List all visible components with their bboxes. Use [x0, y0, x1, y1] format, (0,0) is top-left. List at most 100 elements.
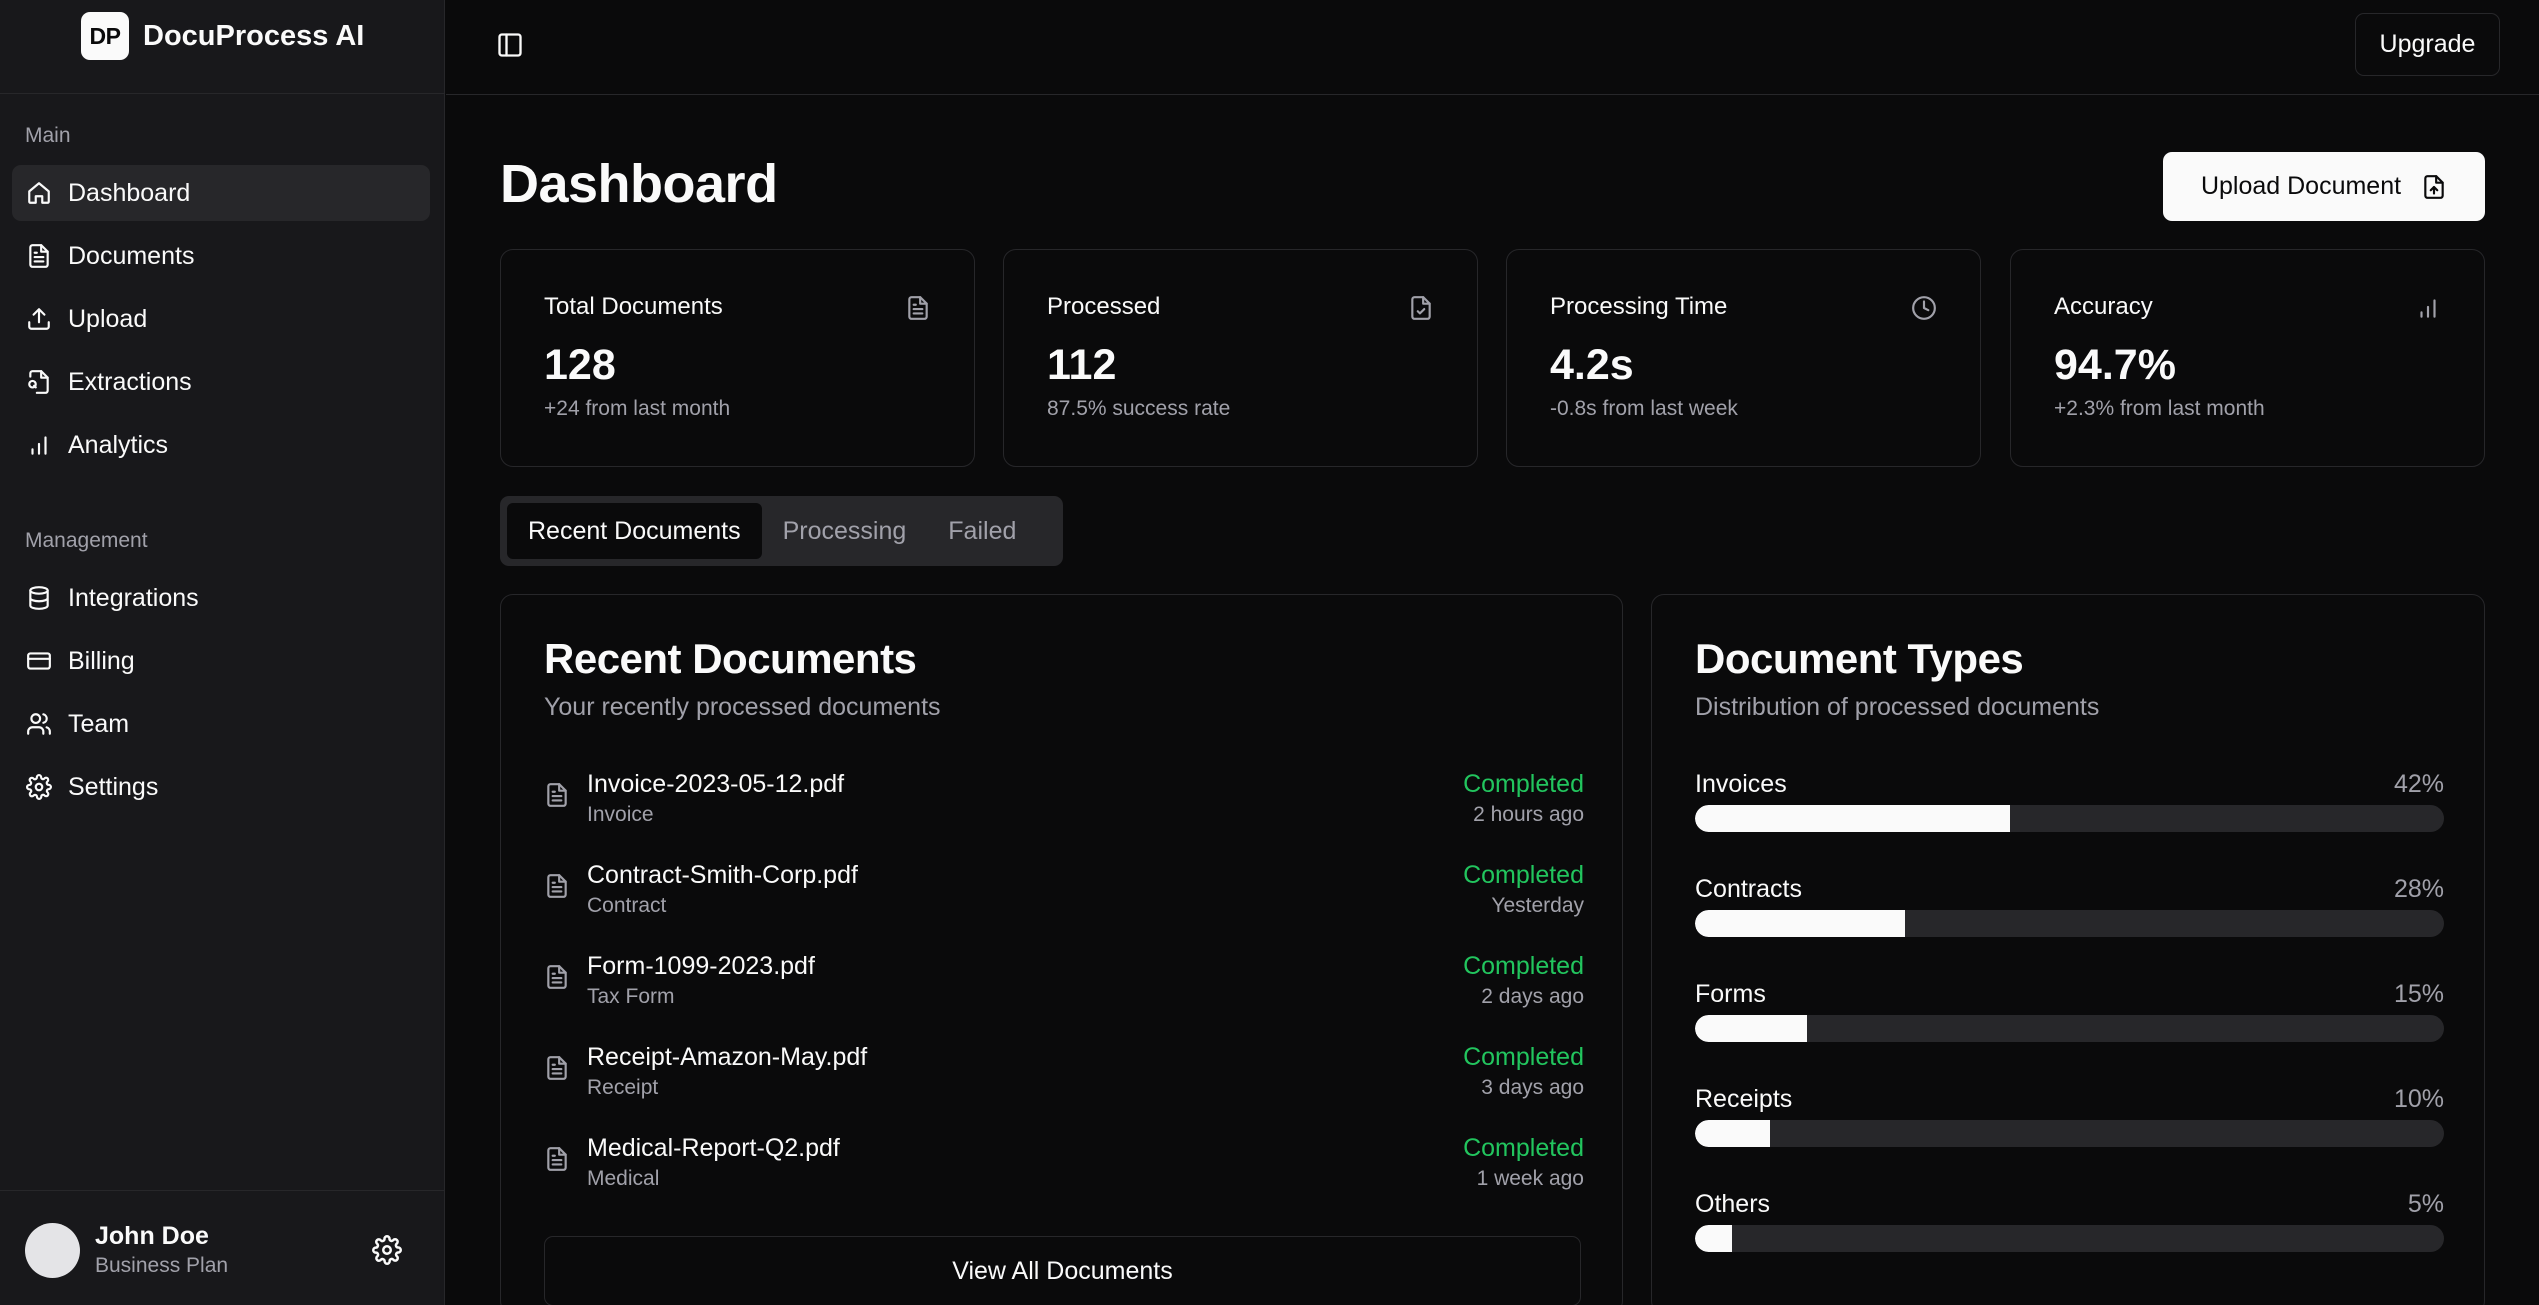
- tabs: Recent Documents Processing Failed: [500, 496, 1063, 566]
- page-title: Dashboard: [500, 154, 778, 214]
- type-percentage: 10%: [2393, 1085, 2444, 1113]
- sidebar-item-label: Team: [68, 709, 130, 738]
- stat-value: 4.2s: [1550, 341, 1634, 389]
- sidebar-item-analytics[interactable]: Analytics: [12, 417, 430, 473]
- home-icon: [26, 180, 52, 206]
- document-type: Contract: [587, 894, 667, 917]
- progress-fill: [1695, 1015, 1808, 1042]
- stat-subtext: +2.3% from last month: [2054, 397, 2265, 420]
- document-type: Medical: [587, 1167, 660, 1190]
- tab-failed[interactable]: Failed: [927, 503, 1037, 559]
- status-badge: Completed: [1463, 770, 1584, 798]
- sidebar-item-integrations[interactable]: Integrations: [12, 570, 430, 626]
- avatar: [25, 1223, 80, 1278]
- list-item[interactable]: Contract-Smith-Corp.pdf Contract Complet…: [544, 861, 1584, 931]
- section-label-management: Management: [25, 529, 148, 552]
- document-time: Yesterday: [1491, 894, 1584, 917]
- type-percentage: 42%: [2393, 770, 2444, 798]
- section-label-main: Main: [25, 124, 71, 147]
- stat-card-processing-time: Processing Time 4.2s -0.8s from last wee…: [1506, 249, 1981, 467]
- progress-fill: [1695, 1120, 1770, 1147]
- credit-card-icon: [26, 648, 52, 674]
- user-profile[interactable]: John Doe Business Plan: [0, 1190, 445, 1305]
- sidebar-item-label: Extractions: [68, 367, 192, 396]
- stat-value: 128: [544, 341, 616, 389]
- type-percentage: 28%: [2393, 875, 2444, 903]
- sidebar-item-extractions[interactable]: Extractions: [12, 354, 430, 410]
- type-percentage: 15%: [2393, 980, 2444, 1008]
- stat-title: Processed: [1047, 293, 1161, 320]
- document-types-panel: Document Types Distribution of processed…: [1651, 594, 2485, 1305]
- file-check-icon: [1408, 295, 1434, 321]
- progress-fill: [1695, 805, 2010, 832]
- type-label: Invoices: [1695, 770, 1787, 798]
- sidebar-item-billing[interactable]: Billing: [12, 633, 430, 689]
- sidebar-item-label: Billing: [68, 646, 135, 675]
- view-all-documents-button[interactable]: View All Documents: [544, 1236, 1581, 1305]
- bar-chart-icon: [26, 432, 52, 458]
- sidebar-item-dashboard[interactable]: Dashboard: [12, 165, 430, 221]
- type-label: Forms: [1695, 980, 1766, 1008]
- file-text-icon: [544, 873, 570, 899]
- upload-document-label: Upload Document: [2200, 172, 2402, 200]
- stat-title: Accuracy: [2054, 293, 2153, 320]
- document-type: Receipt: [587, 1076, 659, 1099]
- progress-fill: [1695, 1225, 1733, 1252]
- gear-icon[interactable]: [372, 1235, 402, 1265]
- type-label: Contracts: [1695, 875, 1802, 903]
- document-time: 2 days ago: [1481, 985, 1584, 1008]
- upload-document-button[interactable]: Upload Document: [2163, 152, 2485, 221]
- tab-recent-documents[interactable]: Recent Documents: [507, 503, 762, 559]
- file-text-icon: [544, 964, 570, 990]
- user-plan: Business Plan: [95, 1254, 229, 1277]
- user-name: John Doe: [95, 1222, 209, 1250]
- sidebar-item-documents[interactable]: Documents: [12, 228, 430, 284]
- stat-card-accuracy: Accuracy 94.7% +2.3% from last month: [2010, 249, 2485, 467]
- stat-card-total-documents: Total Documents 128 +24 from last month: [500, 249, 975, 467]
- type-row-contracts: Contracts 28%: [1695, 875, 2444, 937]
- document-name: Contract-Smith-Corp.pdf: [587, 861, 858, 889]
- panel-title: Document Types: [1695, 635, 2024, 682]
- stat-card-processed: Processed 112 87.5% success rate: [1003, 249, 1478, 467]
- gear-icon: [26, 774, 52, 800]
- brand-logo: DP: [81, 12, 129, 60]
- file-text-icon: [905, 295, 931, 321]
- topbar: Upgrade: [446, 0, 2539, 95]
- list-item[interactable]: Invoice-2023-05-12.pdf Invoice Completed…: [544, 770, 1584, 840]
- brand[interactable]: DP DocuProcess AI: [81, 12, 364, 60]
- upgrade-button[interactable]: Upgrade: [2355, 13, 2500, 76]
- sidebar-item-team[interactable]: Team: [12, 696, 430, 752]
- sidebar-item-settings[interactable]: Settings: [12, 759, 430, 815]
- stat-subtext: +24 from last month: [544, 397, 731, 420]
- brand-name: DocuProcess AI: [143, 19, 365, 52]
- document-name: Invoice-2023-05-12.pdf: [587, 770, 845, 798]
- list-item[interactable]: Receipt-Amazon-May.pdf Receipt Completed…: [544, 1043, 1584, 1113]
- type-row-receipts: Receipts 10%: [1695, 1085, 2444, 1147]
- document-time: 3 days ago: [1481, 1076, 1584, 1099]
- clock-icon: [1911, 295, 1937, 321]
- sidebar-item-upload[interactable]: Upload: [12, 291, 430, 347]
- type-row-forms: Forms 15%: [1695, 980, 2444, 1042]
- stat-subtext: -0.8s from last week: [1550, 397, 1738, 420]
- list-item[interactable]: Form-1099-2023.pdf Tax Form Completed 2 …: [544, 952, 1584, 1022]
- status-badge: Completed: [1463, 861, 1584, 889]
- file-search-icon: [26, 369, 52, 395]
- status-badge: Completed: [1463, 952, 1584, 980]
- divider: [0, 93, 445, 94]
- status-badge: Completed: [1463, 1043, 1584, 1071]
- document-type: Invoice: [587, 803, 654, 826]
- list-item[interactable]: Medical-Report-Q2.pdf Medical Completed …: [544, 1134, 1584, 1204]
- document-name: Receipt-Amazon-May.pdf: [587, 1043, 868, 1071]
- progress-fill: [1695, 910, 1905, 937]
- type-label: Receipts: [1695, 1085, 1793, 1113]
- tab-processing[interactable]: Processing: [762, 503, 928, 559]
- stat-title: Total Documents: [544, 293, 723, 320]
- panel-title: Recent Documents: [544, 635, 917, 682]
- sidebar-item-label: Documents: [68, 241, 195, 270]
- file-text-icon: [26, 243, 52, 269]
- file-text-icon: [544, 1146, 570, 1172]
- panel-description: Your recently processed documents: [544, 693, 941, 721]
- progress-track: [1695, 805, 2444, 832]
- sidebar-toggle-icon[interactable]: [496, 31, 524, 59]
- type-row-invoices: Invoices 42%: [1695, 770, 2444, 832]
